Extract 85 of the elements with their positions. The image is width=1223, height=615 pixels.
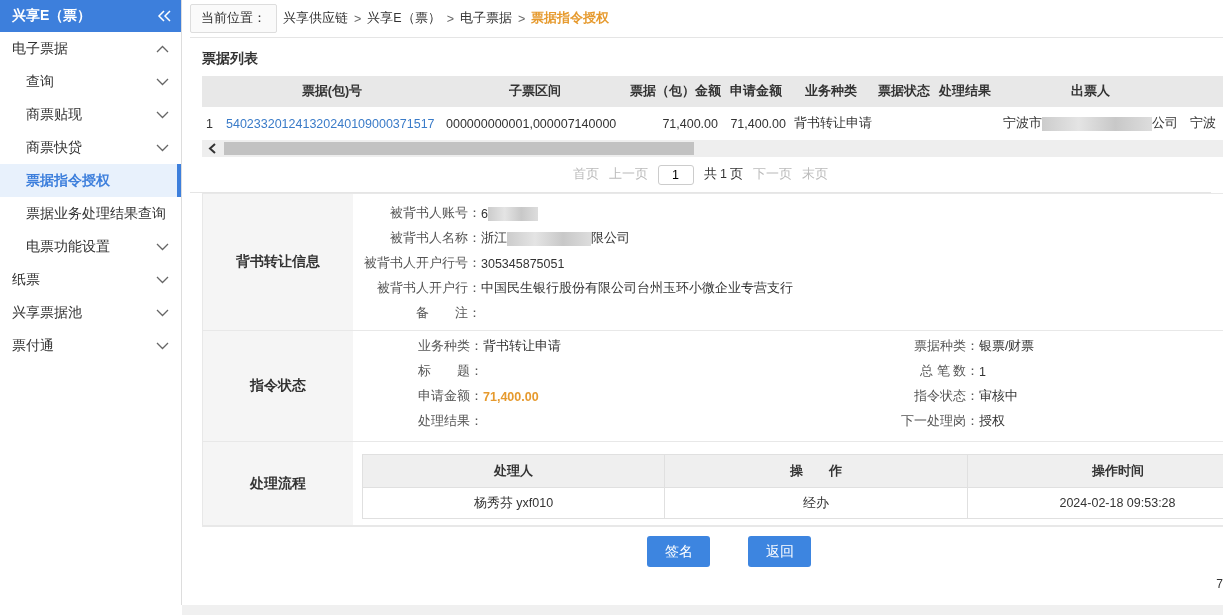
field-label: 票据种类：	[913, 338, 979, 355]
scroll-left-icon[interactable]	[208, 143, 218, 154]
field-label: 被背书人名称：	[389, 230, 481, 247]
sidebar-item[interactable]: 纸票	[0, 263, 181, 296]
field-label: 被背书人开户行号：	[363, 255, 481, 272]
field-label: 备 注：	[415, 305, 481, 322]
breadcrumb-label: 当前位置：	[190, 4, 277, 33]
section-label: 指令状态	[203, 331, 353, 441]
field-label: 指令状态：	[913, 388, 979, 405]
table-cell: 经办	[665, 487, 968, 518]
field-value: 1	[979, 364, 987, 379]
table-header-cell: 票据状态	[872, 76, 936, 107]
chevron-down-icon	[156, 110, 169, 119]
section-label: 背书转让信息	[203, 194, 353, 330]
back-button[interactable]: 返回	[748, 536, 811, 567]
chevron-down-icon	[156, 143, 169, 152]
table-cell: 2024-02-18 09:53:28	[968, 487, 1223, 518]
sidebar-item[interactable]: 票付通	[0, 329, 181, 362]
chevron-down-icon	[156, 77, 169, 86]
sidebar-item[interactable]: 票据指令授权	[0, 164, 181, 197]
field-label: 总 笔 数：	[919, 363, 979, 380]
field-label: 标 题：	[417, 363, 483, 380]
chevron-down-icon	[156, 341, 169, 350]
row-index: 1	[205, 115, 214, 133]
sidebar-item[interactable]: 商票贴现	[0, 98, 181, 131]
page-input[interactable]: 1	[657, 164, 694, 185]
field-value: 审核中	[979, 388, 1019, 405]
breadcrumb-item[interactable]: 电子票据	[459, 10, 512, 27]
sidebar-item[interactable]: 兴享票据池	[0, 296, 181, 329]
chevron-up-icon	[156, 44, 169, 53]
table-header-cell: 处理结果	[936, 76, 994, 107]
chevron-down-icon	[156, 275, 169, 284]
table-cell-text: 宁波	[1189, 115, 1217, 132]
table-cell: 杨秀芬 yxf010	[363, 487, 665, 518]
table-header-cell: 操 作	[665, 455, 968, 487]
table-cell-text: 000000000001,000007140000	[445, 115, 618, 133]
table-header-cell: 业务种类	[790, 76, 872, 107]
sidebar-item[interactable]: 电子票据	[0, 32, 181, 65]
sign-button[interactable]: 签名	[647, 536, 710, 567]
sidebar-item[interactable]: 票据业务处理结果查询	[0, 197, 181, 230]
table-header-cell: 票据(包)号	[222, 76, 442, 107]
field-value: 305345875051	[481, 256, 566, 271]
field-label: 业务种类：	[417, 338, 483, 355]
field-value: 授权	[979, 413, 1006, 430]
table-header-cell: 票据（包）金额	[628, 76, 722, 107]
page-total: 共 1 页	[703, 166, 744, 183]
field-value: 背书转让申请	[483, 338, 562, 355]
field-label: 下一处理岗：	[900, 413, 979, 430]
field-value: 6	[481, 206, 1223, 221]
field-value: 71,400.00	[483, 389, 540, 404]
table-cell-text: 宁波市 公司	[1001, 115, 1179, 133]
sidebar-item[interactable]: 商票快贷	[0, 131, 181, 164]
breadcrumb-item[interactable]: 兴享E（票）	[367, 10, 441, 27]
field-label: 被背书人账号：	[389, 205, 481, 222]
field-value: 浙江 限公司	[481, 230, 631, 247]
table-header-cell: 操作时间	[968, 455, 1223, 487]
chevron-down-icon	[156, 308, 169, 317]
horizontal-scrollbar[interactable]	[202, 140, 1223, 157]
section-title: 票据列表	[202, 50, 259, 68]
sidebar-title: 兴享E（票）	[12, 7, 92, 25]
blurred-text	[487, 206, 538, 221]
table-cell-text: 71,400.00	[729, 115, 787, 133]
field-value: 银票/财票	[979, 338, 1036, 355]
sidebar-item[interactable]: 电票功能设置	[0, 230, 181, 263]
bill-number-link[interactable]: 540233201241320240109000371517	[222, 107, 442, 140]
table-cell-text: 71,400.00	[661, 115, 719, 133]
table-cell-text: 背书转让申请	[793, 115, 872, 132]
collapse-icon[interactable]	[157, 10, 171, 22]
table-header-cell: 申请金额	[722, 76, 790, 107]
field-label: 被背书人开户行：	[376, 280, 481, 297]
table-header-cell: 出票人	[994, 76, 1186, 107]
breadcrumb-item[interactable]: 兴享供应链	[283, 10, 348, 27]
page-text: 7	[1216, 577, 1223, 591]
sidebar-item[interactable]: 查询	[0, 65, 181, 98]
chevron-down-icon	[156, 242, 169, 251]
table-header-cell: 子票区间	[442, 76, 628, 107]
breadcrumb-separator: >	[354, 11, 362, 26]
breadcrumb-separator: >	[446, 11, 454, 26]
field-label: 申请金额：	[417, 388, 483, 405]
table-header-cell: 处理人	[363, 455, 665, 487]
scrollbar-thumb[interactable]	[224, 142, 694, 155]
field-value: 中国民生银行股份有限公司台州玉环小微企业专营支行	[481, 280, 794, 297]
breadcrumb-separator: >	[517, 11, 526, 26]
field-label: 处理结果：	[417, 413, 483, 430]
section-label: 处理流程	[203, 442, 353, 525]
